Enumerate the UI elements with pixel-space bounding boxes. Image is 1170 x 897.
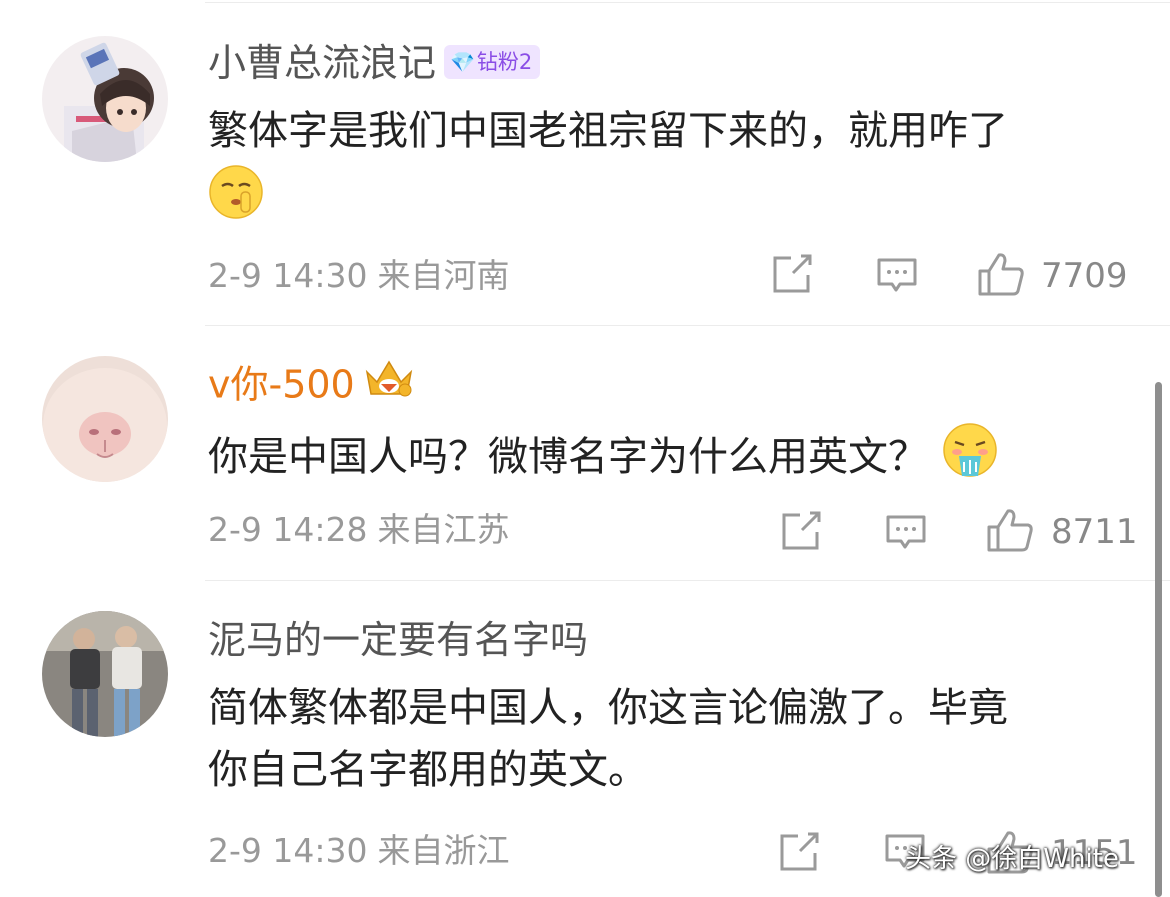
fan-badge: 💎钻粉2 — [444, 44, 541, 79]
avatar[interactable] — [42, 356, 168, 482]
comment-date: 2-9 14:30 — [208, 256, 368, 295]
username[interactable]: 小曹总流浪记 💎钻粉2 — [208, 40, 541, 86]
comment-location: 来自江苏 — [377, 510, 510, 549]
crown-icon — [363, 356, 415, 410]
username-text[interactable]: v你-500 — [208, 363, 355, 407]
comment-meta: 2-9 14:30 来自河南 — [208, 256, 510, 296]
comment-text-line: 你是中国人吗？微博名字为什么用英文？ — [208, 434, 928, 480]
comment-item: 小曹总流浪记 💎钻粉2 繁体字是我们中国老祖宗留下来的，就用咋了 2-9 14:3… — [0, 0, 1170, 325]
comment-meta: 2-9 14:28 来自江苏 — [208, 510, 510, 550]
reply-icon[interactable] — [876, 256, 918, 300]
like-count: 8711 — [1051, 512, 1138, 552]
username-text[interactable]: 小曹总流浪记 — [208, 41, 436, 85]
comment-text: 繁体字是我们中国老祖宗留下来的，就用咋了 — [208, 100, 1138, 238]
scrollbar[interactable] — [1155, 382, 1162, 897]
comment-text: 简体繁体都是中国人，你这言论偏激了。毕竟 你自己名字都用的英文。 — [208, 677, 1138, 801]
share-icon[interactable] — [780, 510, 822, 556]
username[interactable]: 泥马的一定要有名字吗 — [208, 617, 588, 663]
comment-item: v你-500 你是中国人吗？微博名字为什么用英文？ 2-9 14:28来自江苏 — [0, 326, 1170, 580]
comment-text: 你是中国人吗？微博名字为什么用英文？ — [208, 422, 1138, 496]
comment-text-line: 简体繁体都是中国人，你这言论偏激了。毕竟 — [208, 685, 1008, 731]
shush-face-emoji — [208, 164, 264, 238]
like-icon[interactable] — [977, 251, 1025, 301]
comment-location: 来自浙江 — [377, 831, 510, 870]
diamond-icon: 💎 — [450, 49, 475, 74]
comment-text-line: 你自己名字都用的英文。 — [208, 747, 648, 793]
share-icon[interactable] — [778, 831, 820, 877]
share-icon[interactable] — [771, 253, 813, 299]
avatar[interactable] — [42, 611, 168, 737]
username[interactable]: v你-500 — [208, 360, 415, 414]
comment-meta: 2-9 14:30 来自浙江 — [208, 831, 510, 871]
comment-date: 2-9 14:28 — [208, 510, 368, 549]
watermark: 头条 @徐白White — [905, 844, 1119, 874]
avatar[interactable] — [42, 36, 168, 162]
like-icon[interactable] — [986, 507, 1034, 557]
fan-badge-label: 钻粉2 — [476, 49, 533, 74]
reply-icon[interactable] — [885, 513, 927, 557]
comment-text-line: 繁体字是我们中国老祖宗留下来的，就用咋了 — [208, 108, 1008, 154]
like-count: 7709 — [1041, 256, 1128, 296]
comment-date: 2-9 14:30 — [208, 831, 368, 870]
comment-location: 来自河南 — [377, 256, 510, 295]
username-text[interactable]: 泥马的一定要有名字吗 — [208, 618, 588, 662]
vomit-face-emoji — [942, 422, 998, 496]
